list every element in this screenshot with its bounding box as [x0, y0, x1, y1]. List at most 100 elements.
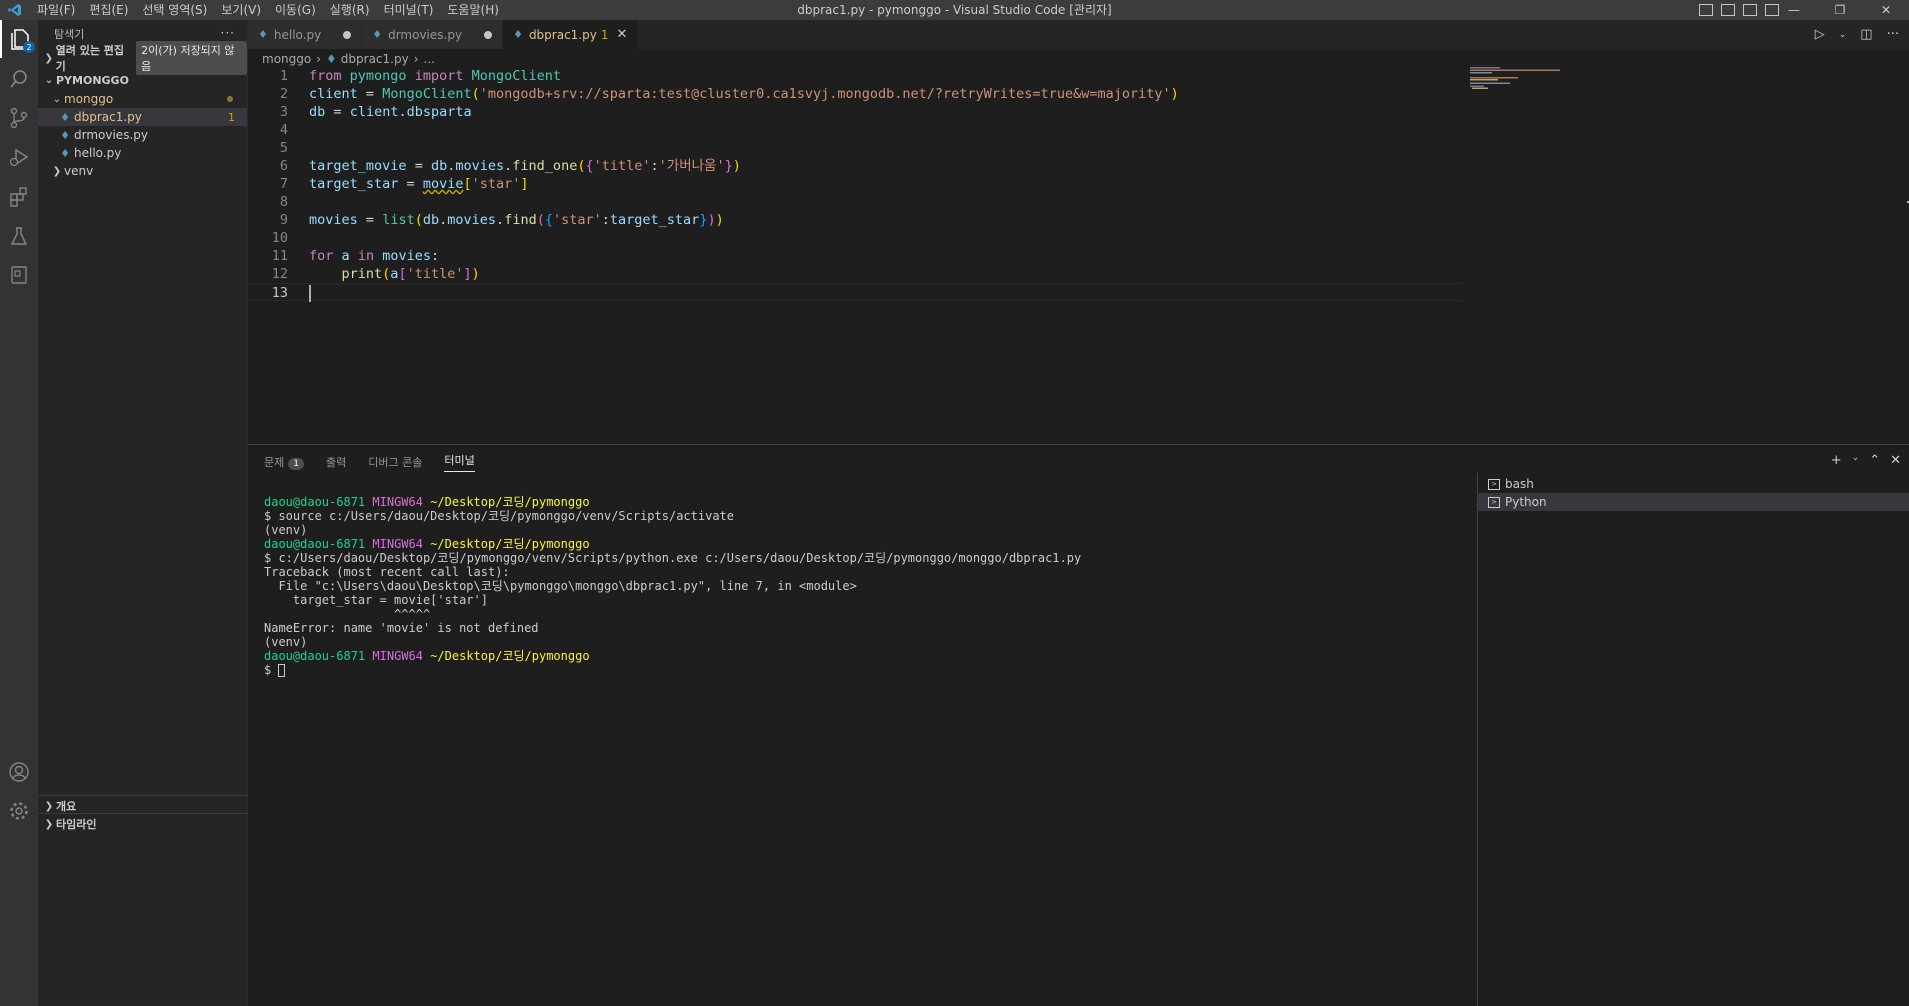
terminal-cursor — [278, 664, 286, 677]
tab-hello[interactable]: ♦ hello.py — [248, 20, 363, 49]
settings-gear-icon[interactable] — [0, 792, 38, 830]
toggle-sidebar-icon[interactable] — [1699, 4, 1713, 16]
chevron-down-icon[interactable]: ⌄ — [1839, 30, 1847, 40]
tab-dbprac1[interactable]: ♦ dbprac1.py 1 ✕ — [503, 20, 639, 49]
traceback-line: ^^^^^ — [264, 607, 431, 621]
source-control-icon[interactable] — [0, 99, 38, 137]
line-number: 6 — [279, 158, 288, 174]
remote-explorer-icon[interactable] — [0, 256, 38, 294]
folder-monggo[interactable]: ⌄ monggo — [38, 90, 247, 108]
menu-selection[interactable]: 선택 영역(S) — [135, 0, 214, 20]
minimize-icon[interactable]: — — [1771, 0, 1817, 20]
problems-count: 1 — [228, 110, 235, 124]
extensions-icon[interactable] — [0, 178, 38, 216]
explorer-title: 탐색기 — [54, 28, 85, 41]
search-icon[interactable] — [0, 60, 38, 98]
project-label: PYMONGGO — [56, 73, 129, 87]
code-editor[interactable]: 1 from pymongo import MongoClient 2 client… — [248, 67, 1909, 443]
close-window-icon[interactable]: ✕ — [1863, 0, 1909, 20]
prompt-user: daou@daou-6871 — [264, 649, 366, 663]
open-editors-section[interactable]: ❯ 열려 있는 편집기 2이(가) 저장되지 않음 — [38, 41, 247, 75]
more-actions-icon[interactable]: ··· — [1887, 27, 1899, 42]
code-line: 11 for a in movies: — [248, 247, 1463, 265]
maximize-panel-icon[interactable]: ⌃ — [1869, 453, 1880, 468]
prompt-path: ~/Desktop/코딩/pymonggo — [430, 495, 590, 509]
prompt-path: ~/Desktop/코딩/pymonggo — [430, 537, 590, 551]
file-label: hello.py — [74, 146, 122, 160]
chevron-right-icon: ❯ — [52, 165, 62, 177]
unsaved-dot-icon[interactable] — [484, 30, 493, 39]
tab-terminal[interactable]: 터미널 — [444, 452, 475, 472]
line-number: 8 — [279, 194, 288, 210]
file-drmovies[interactable]: ♦ drmovies.py — [38, 126, 247, 144]
code-text: target_movie = db.movies.find_one({'titl… — [309, 158, 741, 174]
menu-terminal[interactable]: 터미널(T) — [377, 0, 441, 20]
run-debug-icon[interactable] — [0, 138, 38, 176]
restore-icon[interactable]: ❐ — [1817, 0, 1863, 20]
chevron-down-icon: ⌄ — [44, 74, 54, 86]
code-line: 12 print(a['title']) — [248, 265, 1463, 283]
file-hello[interactable]: ♦ hello.py — [38, 144, 247, 162]
toggle-panel-icon[interactable] — [1721, 4, 1735, 16]
explorer-badge: 2 — [23, 41, 35, 53]
close-panel-icon[interactable]: ✕ — [1890, 453, 1901, 468]
python-file-icon: ♦ — [60, 128, 70, 142]
more-actions-icon[interactable]: ··· — [221, 26, 235, 40]
traceback-line: Traceback (most recent call last): — [264, 565, 510, 579]
terminal-icon: > — [1488, 478, 1500, 490]
menu-go[interactable]: 이동(G) — [268, 0, 323, 20]
file-label: dbprac1.py — [74, 110, 142, 124]
vscode-logo-icon — [0, 0, 30, 20]
code-text: db = client.dbsparta — [309, 104, 472, 120]
prompt-user: daou@daou-6871 — [264, 537, 366, 551]
tab-output[interactable]: 출력 — [326, 454, 346, 470]
code-text: movies = list(db.movies.find({'star':tar… — [309, 212, 724, 228]
explorer-icon[interactable]: 2 — [0, 20, 38, 58]
close-tab-icon[interactable]: ✕ — [616, 27, 627, 42]
terminal-output[interactable]: daou@daou-6871 MINGW64 ~/Desktop/코딩/pymo… — [264, 495, 1081, 677]
tab-debug-console[interactable]: 디버그 콘솔 — [368, 454, 422, 470]
menu-view[interactable]: 보기(V) — [214, 0, 268, 20]
run-file-icon[interactable]: ▷ — [1815, 27, 1825, 42]
explorer-sidebar: 탐색기 ··· ❯ 열려 있는 편집기 2이(가) 저장되지 않음 ⌄ PYMO… — [38, 20, 248, 1006]
layout-controls — [1699, 0, 1779, 20]
terminal-bash[interactable]: > bash — [1478, 475, 1909, 493]
testing-icon[interactable] — [0, 217, 38, 255]
code-text — [309, 284, 311, 302]
line-number: 7 — [279, 176, 288, 192]
terminal-python[interactable]: > Python — [1478, 493, 1909, 511]
menu-help[interactable]: 도움말(H) — [440, 0, 506, 20]
breadcrumb-folder[interactable]: monggo — [262, 52, 311, 66]
code-text: for a in movies: — [309, 248, 440, 264]
chevron-down-icon: ⌄ — [52, 93, 62, 105]
chevron-down-icon[interactable]: ⌄ — [1852, 453, 1860, 468]
menu-run[interactable]: 실행(R) — [323, 0, 377, 20]
code-text: client = MongoClient('mongodb+srv://spar… — [309, 86, 1179, 102]
menu-edit[interactable]: 편집(E) — [82, 0, 135, 20]
prompt-path: ~/Desktop/코딩/pymonggo — [430, 649, 590, 663]
file-label: drmovies.py — [74, 128, 148, 142]
minimap[interactable] — [1470, 67, 1565, 107]
editor-tabs: ♦ hello.py ♦ drmovies.py ♦ dbprac1.py 1 … — [248, 20, 1909, 49]
code-line-current: 13 — [248, 283, 1463, 302]
prompt-system: MINGW64 — [372, 537, 423, 551]
breadcrumb-file[interactable]: dbprac1.py — [341, 52, 409, 66]
terminal-label: Python — [1505, 495, 1547, 509]
text-cursor — [309, 284, 311, 302]
chevron-right-icon: › — [316, 52, 322, 66]
folder-venv[interactable]: ❯ venv — [38, 162, 247, 180]
unsaved-dot-icon[interactable] — [343, 30, 352, 39]
tab-drmovies[interactable]: ♦ drmovies.py — [362, 20, 504, 49]
tab-problems[interactable]: 문제 1 — [264, 454, 304, 470]
problems-badge: 1 — [288, 458, 304, 470]
timeline-section[interactable]: ❯ 타임라인 — [38, 813, 248, 834]
account-icon[interactable] — [0, 753, 38, 791]
breadcrumb-symbol[interactable]: ... — [424, 52, 435, 66]
terminal-icon: > — [1488, 496, 1500, 508]
toggle-secondary-sidebar-icon[interactable] — [1743, 4, 1757, 16]
file-dbprac1[interactable]: ♦ dbprac1.py 1 — [38, 108, 247, 126]
new-terminal-icon[interactable]: + — [1831, 453, 1842, 468]
split-editor-icon[interactable]: ◫ — [1860, 27, 1872, 42]
terminal-prompt: $ — [264, 663, 279, 677]
menu-file[interactable]: 파일(F) — [30, 0, 82, 20]
